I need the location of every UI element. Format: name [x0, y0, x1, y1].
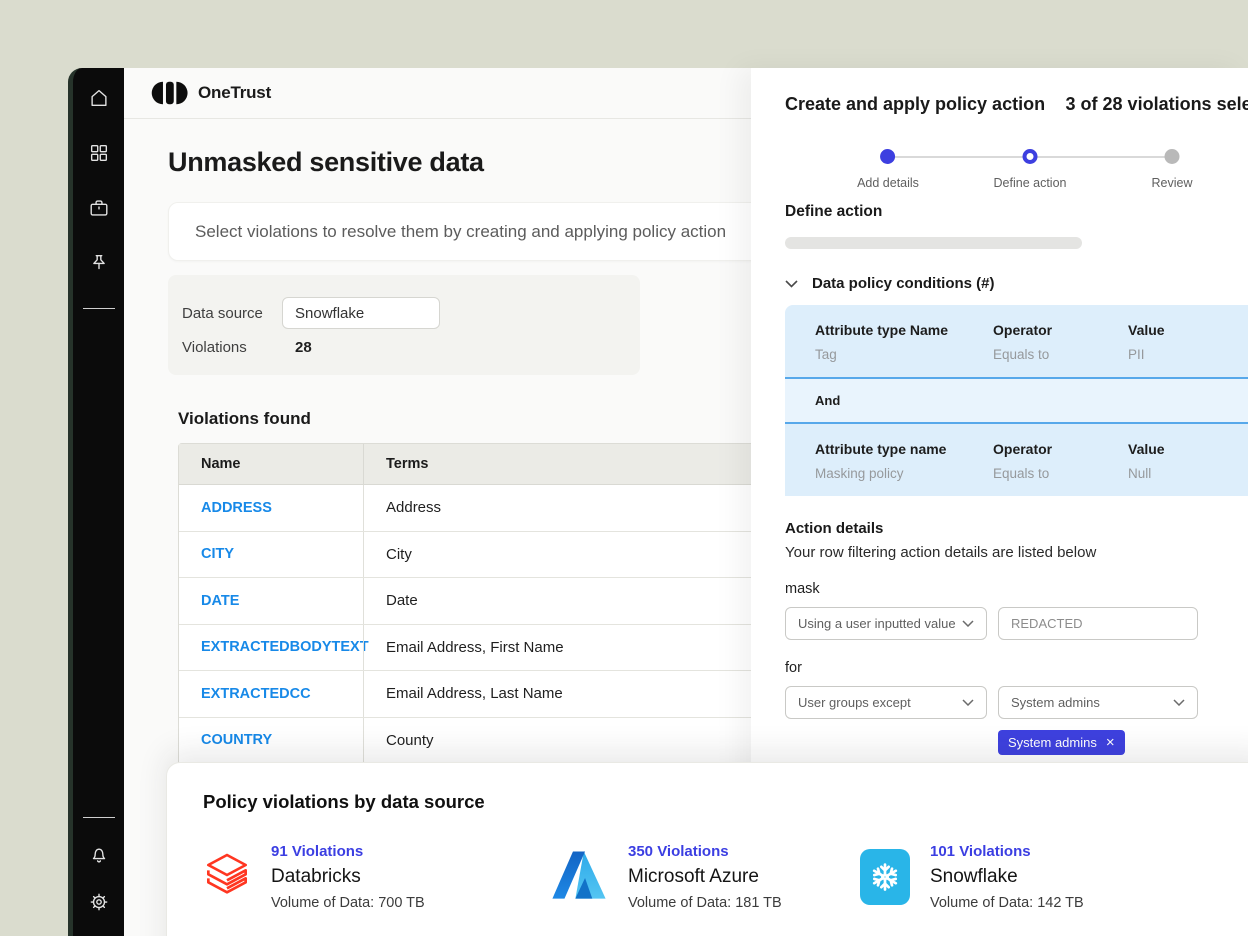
- panel-title-row: Create and apply policy action 3 of 28 v…: [785, 94, 1248, 115]
- violations-count-label: Violations: [182, 339, 282, 356]
- conditions-heading: Data policy conditions (#): [812, 275, 995, 292]
- databricks-logo-icon: [203, 852, 251, 903]
- chip-label: System admins: [1008, 735, 1097, 750]
- condition-col-header: Operator: [993, 441, 1128, 457]
- step-dot-current: [1023, 149, 1038, 164]
- progress-skeleton-bar: [785, 237, 1082, 249]
- condition-value: Null: [1128, 466, 1248, 481]
- onetrust-logo-text: OneTrust: [198, 83, 271, 103]
- step-dot-complete: [880, 149, 895, 164]
- apps-grid-icon[interactable]: [87, 141, 111, 165]
- step-label: Define action: [994, 176, 1067, 190]
- condition-value: PII: [1128, 347, 1248, 362]
- user-group-method-select[interactable]: User groups except: [785, 686, 987, 719]
- action-details-subtitle: Your row filtering action details are li…: [785, 544, 1248, 561]
- sidebar-divider: [83, 308, 115, 309]
- violation-name-link[interactable]: DATE: [179, 593, 363, 609]
- mask-method-value: Using a user inputted value: [798, 616, 956, 631]
- sidebar-divider: [83, 817, 115, 818]
- conditions-card: Attribute type Name Operator Value Tag E…: [785, 305, 1248, 496]
- user-group-method-value: User groups except: [798, 695, 911, 710]
- stepper: Add details Define action Review: [785, 135, 1248, 199]
- condition-value: Equals to: [993, 466, 1128, 481]
- source-violations-count: 101 Violations: [930, 843, 1084, 860]
- data-source-input[interactable]: Snowflake: [282, 297, 440, 329]
- conditions-collapse-toggle[interactable]: Data policy conditions (#): [785, 275, 1248, 292]
- source-violations-count: 91 Violations: [271, 843, 425, 860]
- mask-value-text: REDACTED: [1011, 616, 1083, 631]
- step-define-action[interactable]: Define action: [994, 149, 1067, 190]
- violation-name-link[interactable]: EXTRACTEDCC: [179, 686, 363, 702]
- source-card-databricks[interactable]: 91 Violations Databricks Volume of Data:…: [203, 843, 550, 911]
- condition-row: Attribute type Name Operator Value Tag E…: [785, 305, 1248, 377]
- app-sidebar: [68, 68, 124, 936]
- mask-value-input[interactable]: REDACTED: [998, 607, 1198, 640]
- settings-gear-icon[interactable]: [87, 890, 111, 914]
- data-source-label: Data source: [182, 305, 282, 322]
- bell-icon[interactable]: [87, 842, 111, 866]
- for-label: for: [785, 660, 1248, 676]
- chevron-down-icon: [1173, 699, 1185, 706]
- condition-col-header: Value: [1128, 441, 1248, 457]
- step-review[interactable]: Review: [1152, 149, 1193, 190]
- policy-violations-card: Policy violations by data source 91 Viol…: [166, 762, 1248, 936]
- define-action-heading: Define action: [785, 203, 1248, 221]
- briefcase-icon[interactable]: [87, 196, 111, 220]
- step-label: Review: [1152, 176, 1193, 190]
- source-volume: Volume of Data: 700 TB: [271, 895, 425, 911]
- user-group-select[interactable]: System admins: [998, 686, 1198, 719]
- chevron-down-icon: [962, 699, 974, 706]
- source-card-snowflake[interactable]: 101 Violations Snowflake Volume of Data:…: [860, 843, 1084, 911]
- chip-remove-icon[interactable]: ×: [1106, 735, 1115, 750]
- condition-connector: And: [785, 379, 1248, 422]
- panel-title: Create and apply policy action: [785, 94, 1045, 114]
- data-source-value: Snowflake: [295, 305, 364, 322]
- condition-value: Masking policy: [815, 466, 993, 481]
- condition-value: Equals to: [993, 347, 1128, 362]
- violations-count-value: 28: [295, 339, 312, 356]
- filter-summary-box: Data source Snowflake Violations 28: [168, 275, 640, 375]
- step-add-details[interactable]: Add details: [857, 149, 919, 190]
- selected-group-chip[interactable]: System admins ×: [998, 730, 1125, 755]
- condition-col-header: Value: [1128, 322, 1248, 338]
- mask-label: mask: [785, 581, 1248, 597]
- condition-col-header: Attribute type Name: [815, 322, 993, 338]
- condition-col-header: Operator: [993, 322, 1128, 338]
- azure-logo-icon: [550, 849, 608, 906]
- violation-name-link[interactable]: EXTRACTEDBODYTEXT: [179, 639, 363, 655]
- user-group-value: System admins: [1011, 695, 1100, 710]
- mask-method-select[interactable]: Using a user inputted value: [785, 607, 987, 640]
- source-name: Microsoft Azure: [628, 866, 782, 888]
- source-name: Snowflake: [930, 866, 1084, 888]
- condition-value: Tag: [815, 347, 993, 362]
- source-volume: Volume of Data: 142 TB: [930, 895, 1084, 911]
- sidebar-bottom-group: [83, 815, 115, 914]
- instruction-banner-text: Select violations to resolve them by cre…: [195, 222, 726, 242]
- chevron-down-icon: [962, 620, 974, 627]
- violation-name-link[interactable]: CITY: [179, 546, 363, 562]
- column-header-name: Name: [179, 456, 363, 472]
- condition-row: Attribute type name Operator Value Maski…: [785, 424, 1248, 496]
- sources-heading: Policy violations by data source: [203, 791, 1248, 813]
- chevron-down-icon: [785, 280, 798, 288]
- action-details-heading: Action details: [785, 520, 1248, 537]
- source-violations-count: 350 Violations: [628, 843, 782, 860]
- step-dot-upcoming: [1165, 149, 1180, 164]
- onetrust-logo-icon: [150, 80, 188, 106]
- selection-count: 3 of 28 violations selected: [1066, 94, 1248, 114]
- source-volume: Volume of Data: 181 TB: [628, 895, 782, 911]
- snowflake-logo-icon: [860, 849, 910, 905]
- violation-name-link[interactable]: ADDRESS: [179, 500, 363, 516]
- source-card-azure[interactable]: 350 Violations Microsoft Azure Volume of…: [550, 843, 860, 911]
- source-name: Databricks: [271, 866, 425, 888]
- condition-col-header: Attribute type name: [815, 441, 993, 457]
- pin-icon[interactable]: [87, 251, 111, 275]
- home-icon[interactable]: [87, 86, 111, 110]
- step-label: Add details: [857, 176, 919, 190]
- violation-name-link[interactable]: COUNTRY: [179, 732, 363, 748]
